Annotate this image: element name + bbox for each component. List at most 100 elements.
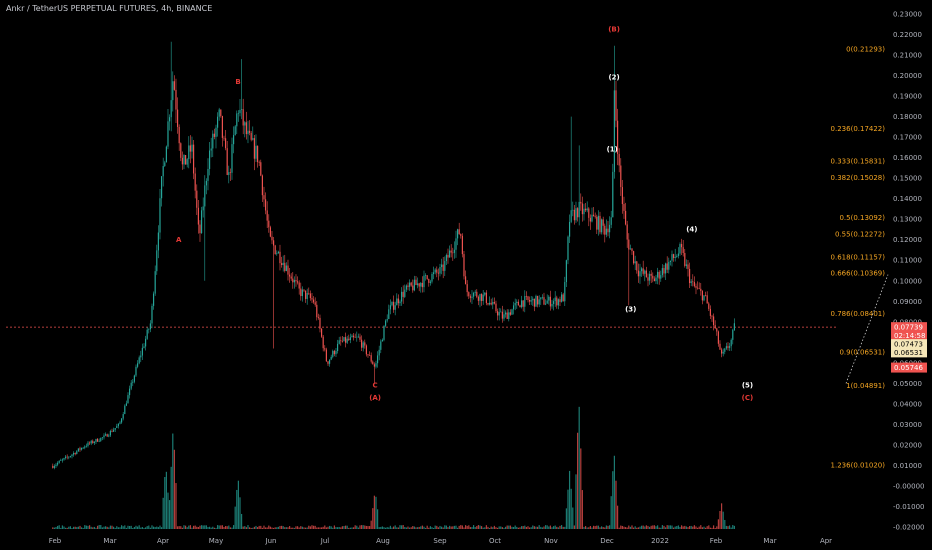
candle-body (372, 361, 374, 365)
volume-bar (120, 525, 123, 529)
candle-body (647, 277, 649, 281)
candle-body (429, 281, 431, 283)
volume-bar (192, 525, 195, 529)
candle-body (186, 159, 188, 165)
candle-body (72, 453, 75, 455)
volume-bar (640, 525, 643, 529)
candle-body (576, 208, 579, 218)
volume-bar (372, 508, 374, 529)
volume-bar (432, 527, 435, 529)
candle-body (380, 341, 382, 350)
volume-bar (208, 526, 211, 529)
volume-bar (351, 527, 353, 529)
volume-bar (487, 526, 489, 529)
volume-bar (261, 527, 263, 529)
volume-bar (392, 526, 395, 529)
candle-body (631, 248, 633, 252)
candle-body (407, 285, 409, 287)
volume-bar (204, 525, 206, 529)
candle-body (636, 261, 638, 271)
candle-body (573, 209, 575, 221)
volume-bar (68, 526, 70, 529)
volume-bar (618, 527, 620, 529)
volume-bar (431, 527, 433, 529)
candle-body (316, 304, 318, 318)
chart-title: Ankr / TetherUS PERPETUAL FUTURES, 4h, B… (6, 4, 213, 13)
candle-body (143, 346, 145, 348)
x-tick-label: Sep (433, 537, 447, 545)
volume-bar (528, 527, 531, 529)
volume-bar (664, 527, 667, 529)
volume-bar (210, 527, 212, 529)
volume-bar (108, 527, 110, 529)
candle-body (343, 337, 345, 342)
candle-body (304, 290, 307, 299)
volume-bar (687, 527, 689, 529)
volume-bar (55, 526, 57, 529)
volume-bar (530, 527, 532, 529)
candle-body (463, 254, 465, 277)
candle-body (615, 90, 617, 121)
volume-bar (460, 525, 462, 529)
candle-body (162, 166, 164, 177)
volume-bar (314, 525, 316, 529)
volume-bar (344, 525, 347, 529)
volume-bar (429, 526, 431, 529)
candle-body (639, 271, 641, 277)
volume-bar (714, 527, 716, 529)
candle-body (660, 275, 662, 279)
candle-body (141, 347, 143, 356)
volume-bar (576, 432, 579, 529)
candle-body (420, 282, 422, 287)
candle-body (570, 210, 572, 222)
candle-body (266, 210, 268, 221)
candle-body (436, 269, 438, 273)
candle-body (418, 283, 420, 287)
candle-body (484, 292, 486, 295)
volume-bar (676, 526, 678, 529)
candle-body (440, 264, 443, 267)
candle-body (120, 418, 123, 423)
candle-body (55, 464, 57, 467)
candle-body (111, 430, 113, 432)
candle-body (546, 300, 548, 304)
volume-bar (72, 526, 75, 529)
candle-body (346, 338, 348, 343)
candle-body (276, 253, 278, 255)
volume-bar (730, 527, 732, 529)
candle-body (508, 312, 510, 319)
volume-bar (428, 527, 430, 529)
wave-label: (4) (686, 226, 697, 234)
price-chart[interactable]: 0.23000 0.22000 0.21000 0.20000 0.19000 0.180… (0, 0, 932, 550)
volume-bar (282, 526, 284, 529)
candle-body (621, 187, 623, 205)
volume-bar (519, 527, 521, 529)
candle-body (637, 270, 639, 277)
candle-body (152, 293, 155, 306)
volume-bar (215, 527, 217, 529)
x-tick-label: Oct (489, 537, 501, 545)
candle-body (98, 440, 100, 442)
volume-bar (311, 525, 313, 529)
candle-body (170, 100, 172, 118)
candle-body (240, 109, 243, 110)
volume-bar (290, 527, 292, 529)
volume-bar (501, 527, 503, 529)
volume-bar (461, 525, 463, 529)
candle-body (218, 109, 220, 117)
volume-bar (474, 527, 476, 529)
candle-body (604, 225, 606, 235)
volume-bar (447, 527, 449, 529)
candle-body (500, 311, 502, 313)
volume-bar (277, 526, 279, 529)
candle-body (338, 340, 340, 344)
candle-body (296, 281, 299, 283)
volume-bar (269, 526, 271, 529)
volume-bar (141, 527, 143, 529)
candle-body (495, 303, 497, 312)
volume-bar (234, 506, 236, 529)
volume-bar (706, 526, 708, 529)
candle-body (172, 81, 174, 101)
wave-label: (2) (608, 74, 619, 82)
candle-body (138, 357, 140, 364)
